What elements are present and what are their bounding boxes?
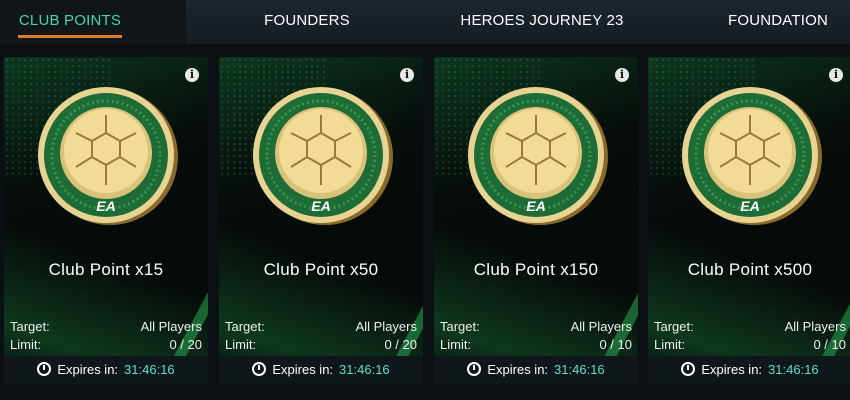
limit-label: Limit: — [654, 337, 686, 352]
club-point-card[interactable]: i EA Club Point x500 Target: All Players… — [648, 57, 850, 384]
expires-timer: 31:46:16 — [554, 362, 605, 377]
card-title: Club Point x150 — [473, 260, 599, 279]
expires-label: Expires in: — [272, 362, 334, 377]
club-point-coin-icon: EA — [468, 87, 608, 225]
tab-club-points[interactable]: CLUB POINTS — [18, 12, 122, 29]
info-icon[interactable]: i — [400, 68, 414, 82]
target-label: Target: — [225, 319, 265, 334]
expires-timer: 31:46:16 — [124, 362, 175, 377]
club-point-card[interactable]: i EA Club Point x50 Target: All Players … — [219, 57, 423, 384]
expiry-footer: Expires in: 31:46:16 — [648, 356, 850, 384]
tab-bar: CLUB POINTS FOUNDERS HEROES JOURNEY 23 F… — [0, 0, 850, 44]
ea-logo: EA — [526, 198, 545, 214]
club-point-coin-icon: EA — [253, 87, 393, 225]
expiry-footer: Expires in: 31:46:16 — [434, 356, 638, 384]
card-title: Club Point x15 — [48, 260, 164, 279]
expires-label: Expires in: — [57, 362, 119, 377]
stopwatch-icon — [37, 362, 52, 376]
limit-value: 0 / 20 — [169, 337, 202, 352]
target-value: All Players — [355, 319, 417, 334]
tab-founders[interactable]: FOUNDERS — [240, 12, 374, 29]
expires-timer: 31:46:16 — [768, 362, 819, 377]
target-label: Target: — [654, 319, 694, 334]
club-point-coin-icon: EA — [38, 87, 178, 225]
club-point-card[interactable]: i EA Club Point x150 Target: All Players… — [434, 57, 638, 384]
stopwatch-icon — [467, 362, 482, 376]
stopwatch-icon — [681, 362, 696, 376]
ea-logo: EA — [311, 198, 330, 214]
ea-logo: EA — [740, 198, 759, 214]
card-title: Club Point x500 — [687, 260, 813, 279]
club-point-coin-icon: EA — [682, 87, 822, 225]
target-value: All Players — [570, 319, 632, 334]
expires-label: Expires in: — [487, 362, 549, 377]
card-title: Club Point x50 — [263, 260, 379, 279]
target-label: Target: — [440, 319, 480, 334]
target-label: Target: — [10, 319, 50, 334]
limit-value: 0 / 10 — [599, 337, 632, 352]
limit-label: Limit: — [440, 337, 472, 352]
card-grid: i EA Club Point x15 Target: All Players … — [0, 44, 850, 400]
target-value: All Players — [784, 319, 846, 334]
ea-logo: EA — [96, 198, 115, 214]
expiry-footer: Expires in: 31:46:16 — [4, 356, 208, 384]
tab-foundation[interactable]: FOUNDATION — [718, 12, 838, 29]
expires-label: Expires in: — [701, 362, 763, 377]
target-value: All Players — [140, 319, 202, 334]
info-icon[interactable]: i — [829, 68, 843, 82]
limit-value: 0 / 20 — [384, 337, 417, 352]
tab-heroes-journey-23[interactable]: HEROES JOURNEY 23 — [460, 12, 624, 29]
expires-timer: 31:46:16 — [339, 362, 390, 377]
limit-label: Limit: — [10, 337, 42, 352]
info-icon[interactable]: i — [185, 68, 199, 82]
stopwatch-icon — [252, 362, 267, 376]
info-icon[interactable]: i — [615, 68, 629, 82]
limit-label: Limit: — [225, 337, 257, 352]
club-point-card[interactable]: i EA Club Point x15 Target: All Players … — [4, 57, 208, 384]
active-tab-underline — [18, 35, 122, 38]
expiry-footer: Expires in: 31:46:16 — [219, 356, 423, 384]
limit-value: 0 / 10 — [813, 337, 846, 352]
